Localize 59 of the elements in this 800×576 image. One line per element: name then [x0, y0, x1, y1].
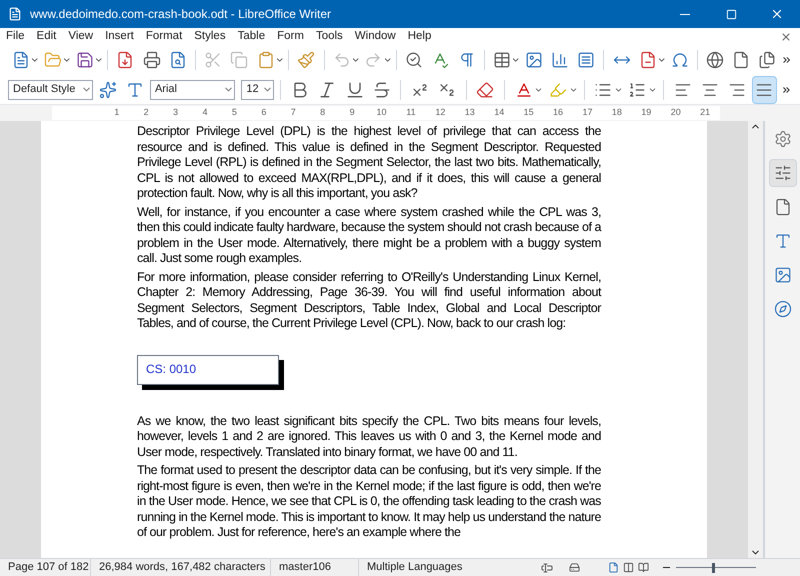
paragraph: Well, for instance, if you encounter a case where system crashed while the CPL was 3, then this could indicate faulty hardware, because the system should not crash because of a problem in the User mode. Alternatively, there might be a problem with a buggy system call. Just some rough examples.: [137, 204, 601, 266]
ruler-number: 19: [640, 106, 652, 120]
ruler-number: 17: [581, 106, 594, 120]
single-page-icon[interactable]: [608, 562, 619, 573]
ruler-number: 16: [552, 106, 564, 120]
menu-item[interactable]: Table: [232, 28, 272, 45]
ruler-number: 12: [434, 106, 446, 120]
more-icon[interactable]: [780, 54, 792, 66]
menu-item[interactable]: Tools: [310, 28, 349, 45]
ruler-number: 6: [260, 106, 268, 120]
menu-item[interactable]: Form: [271, 28, 310, 45]
document-icon: [8, 7, 22, 21]
zoom-thumb[interactable]: [712, 562, 715, 572]
paragraph: As we know, the two least significant bits specify the CPL. Two bits means four levels, however, levels 1 and 2 are ignored. This leaves us with 0 and 3, the Kernel mode and User mode, respectively. Translated into binary format, we have 00 and 11.: [137, 414, 601, 460]
paragraph: The format used to present the descriptor data can be confusing, but it's very simple. If the right-most figure is even, then we're in the Kernel mode; if the last figure is odd, then we're in the User mode. Hence, we see that CPL is 0, the offending task leading to the crash was running in the Kernel mode. This is important to know. It may help us understand the nature of our problem. Just for reference, here's an example where the: [137, 463, 601, 540]
menu-item[interactable]: Format: [140, 28, 188, 45]
ruler-number: 4: [201, 106, 208, 120]
menu-item[interactable]: Styles: [188, 28, 232, 45]
menu-item[interactable]: Edit: [30, 28, 62, 45]
paragraph-style-field[interactable]: Default Style: [8, 80, 94, 100]
ruler-number: 21: [699, 106, 712, 120]
save-status-icon: [569, 562, 580, 573]
ruler-number: 20: [670, 106, 682, 120]
ruler-number: 2: [142, 106, 150, 120]
ruler-number: 7: [290, 106, 297, 120]
justify-icon[interactable]: [752, 76, 778, 104]
ruler-number: 9: [348, 106, 356, 120]
language: Multiple Languages: [358, 559, 478, 576]
font-name-field[interactable]: Arial: [150, 80, 236, 100]
ruler-number: 18: [610, 106, 623, 120]
paragraph: Descriptor Privilege Level (DPL) is the highest level of privilege that can access the resource and is defined. This value is defined in the Segment Descriptor. Requested Privilege Level (RPL) is defined in the Segment Selector, the last two bits. Mathematically, CPL is not allowed to exceed MAX(RPL,DPL), and if it does, this will cause a general protection fault. Now, why is all this important, you ask?: [137, 124, 601, 202]
menu-item[interactable]: File: [0, 28, 31, 45]
menu-item[interactable]: View: [62, 28, 100, 45]
book-view-icon[interactable]: [638, 562, 649, 573]
insert-mode-icon: [541, 562, 553, 574]
ruler-number: 14: [493, 106, 506, 120]
font-size-field[interactable]: 12: [241, 80, 274, 100]
maximize-icon: [726, 8, 736, 20]
page-style: master106: [270, 559, 358, 576]
menu-item[interactable]: Window: [348, 28, 402, 45]
menu-item[interactable]: Help: [402, 28, 438, 45]
ruler-number: 10: [376, 106, 388, 120]
properties-icon[interactable]: [768, 159, 796, 187]
ruler-number: 8: [319, 106, 326, 120]
ruler-number: 5: [230, 106, 238, 120]
multi-page-icon[interactable]: [623, 562, 634, 573]
ruler-number: 13: [464, 106, 476, 120]
ruler-number: 3: [172, 106, 180, 120]
zoom-slider[interactable]: [676, 562, 756, 572]
ruler-number: 11: [405, 106, 417, 120]
paragraph: For more information, please consider referring to O'Reilly's Understanding Linux Kernel, Chapter 2: Memory Addressing, Page 36-39. You will find useful information about Segment Selectors, Segment Descriptors, Table Index, Global and Local Descriptor Tables, and of course, the Current Privilege Level (CPL). Now, back to our crash log:: [137, 270, 601, 332]
window-title: www.dedoimedo.com-crash-book.odt - LibreOffice Writer: [30, 6, 332, 23]
close-document-icon[interactable]: [780, 30, 792, 42]
ruler-number: 1: [113, 106, 120, 120]
ruler-number: 15: [522, 106, 535, 120]
page-count: Page 107 of 182: [7, 560, 90, 576]
word-count: 26,984 words, 167,482 characters: [90, 559, 270, 576]
menu-item[interactable]: Insert: [99, 28, 140, 45]
close-icon: [770, 7, 784, 21]
